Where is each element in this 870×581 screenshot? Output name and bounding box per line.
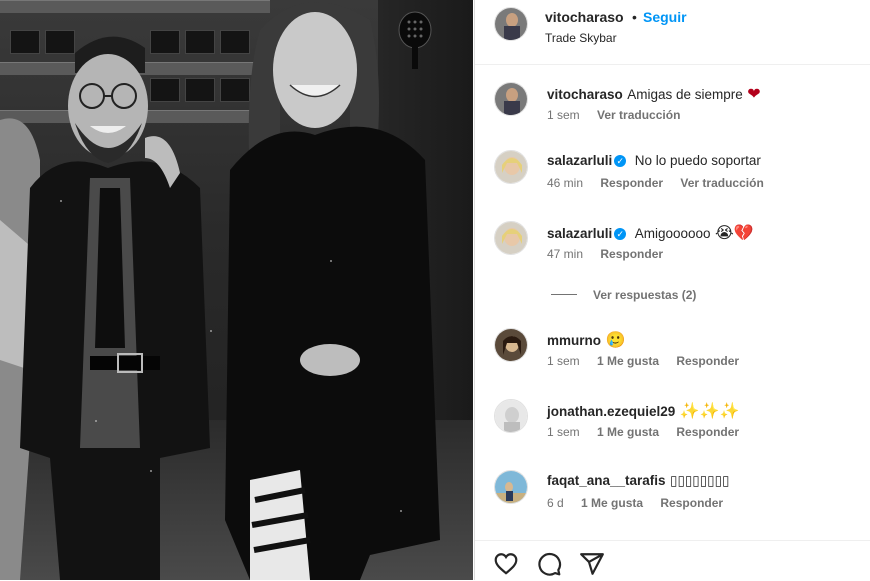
likes-count[interactable]: 1 Me gusta <box>581 496 643 510</box>
post-photo[interactable] <box>0 0 473 580</box>
avatar[interactable] <box>494 7 528 41</box>
speck <box>210 330 212 332</box>
speck <box>60 200 62 202</box>
avatar[interactable] <box>494 328 528 362</box>
avatar[interactable] <box>494 470 528 504</box>
sparkles-emoji: ✨✨✨ <box>679 403 740 420</box>
comment-text: Amigas de siempre <box>627 87 743 102</box>
reply-button[interactable]: Responder <box>600 247 663 261</box>
verified-badge-icon: ✓ <box>614 155 627 167</box>
person-man <box>20 36 210 580</box>
view-replies-label: Ver respuestas (2) <box>593 288 697 302</box>
see-translation-link[interactable]: Ver traducción <box>680 176 763 190</box>
person-woman <box>225 2 440 580</box>
comment-meta: 46 min Responder Ver traducción <box>547 176 778 190</box>
comment-meta: 6 d 1 Me gusta Responder <box>547 496 737 510</box>
speck <box>95 420 97 422</box>
comment-username[interactable]: mmurno <box>547 333 601 348</box>
comment-time: 46 min <box>547 176 584 190</box>
comment-time: 1 sem <box>547 354 580 368</box>
comment-meta: 1 sem 1 Me gusta Responder <box>547 425 753 439</box>
reply-button[interactable]: Responder <box>676 354 739 368</box>
action-bar <box>475 540 870 581</box>
comment-username[interactable]: faqat_ana__tarafis <box>547 473 666 488</box>
avatar[interactable] <box>494 399 528 433</box>
see-translation-link[interactable]: Ver traducción <box>597 108 680 122</box>
avatar[interactable] <box>494 221 528 255</box>
speck <box>280 540 282 542</box>
likes-count[interactable]: 1 Me gusta <box>597 425 659 439</box>
speck <box>400 510 402 512</box>
smiling-tear-emoji: 🥲 <box>605 332 626 349</box>
comment-meta: 47 min Responder <box>547 247 677 261</box>
comment-time: 1 sem <box>547 108 580 122</box>
comment-meta: 1 sem 1 Me gusta Responder <box>547 354 753 368</box>
view-replies-button[interactable]: Ver respuestas (2) <box>551 288 696 302</box>
avatar[interactable] <box>494 82 528 116</box>
comment-text: No lo puedo soportar <box>634 153 761 168</box>
likes-count[interactable]: 1 Me gusta <box>597 354 659 368</box>
comment-username[interactable]: vitocharaso <box>547 87 623 102</box>
verified-badge-icon: ✓ <box>614 228 627 240</box>
heart-icon[interactable] <box>493 551 519 577</box>
location-link[interactable]: Trade Skybar <box>545 31 617 45</box>
comment-username[interactable]: jonathan.ezequiel29 <box>547 404 675 419</box>
comment-meta: 1 sem Ver traducción <box>547 108 694 122</box>
reply-button[interactable]: Responder <box>660 496 723 510</box>
replies-dash <box>551 294 577 295</box>
speck <box>150 470 152 472</box>
follow-button[interactable]: Seguir <box>643 9 687 25</box>
red-heart-emoji: ❤ <box>747 86 761 103</box>
comment-time: 47 min <box>547 247 584 261</box>
post-header: vitocharaso • Seguir Trade Skybar <box>475 0 870 65</box>
share-icon[interactable] <box>579 551 605 577</box>
comment-text: Amigoooooo <box>634 226 711 241</box>
separator-dot: • <box>632 9 637 25</box>
crying-broken-heart-emoji: 😭💔 <box>715 225 754 242</box>
speck <box>330 260 332 262</box>
comment-time: 1 sem <box>547 425 580 439</box>
comment-username[interactable]: salazarluli <box>547 226 612 241</box>
author-username[interactable]: vitocharaso <box>545 9 624 25</box>
comment-username[interactable]: salazarluli <box>547 153 612 168</box>
post-sidebar: vitocharaso • Seguir Trade Skybar vitoch… <box>474 0 870 580</box>
avatar[interactable] <box>494 150 528 184</box>
comment-text: ▯▯▯▯▯▯▯▯ <box>670 473 730 488</box>
reply-button[interactable]: Responder <box>676 425 739 439</box>
reply-button[interactable]: Responder <box>600 176 663 190</box>
comment-icon[interactable] <box>536 551 562 577</box>
comment-time: 6 d <box>547 496 564 510</box>
